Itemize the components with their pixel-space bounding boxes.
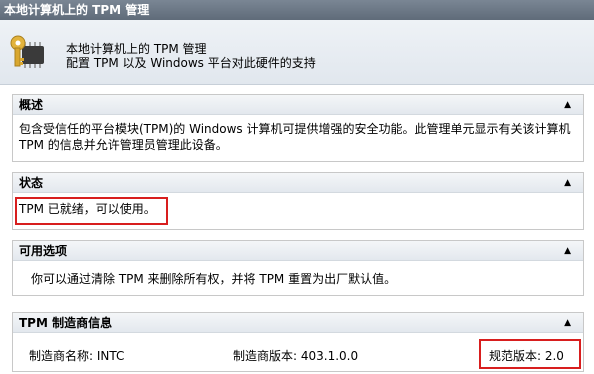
- options-header[interactable]: 可用选项 ▲: [13, 241, 583, 261]
- overview-title: 概述: [19, 98, 44, 112]
- manufacturer-title: TPM 制造商信息: [19, 316, 113, 330]
- overview-text: 包含受信任的平台模块(TPM)的 Windows 计算机可提供增强的安全功能。此…: [19, 122, 571, 152]
- header-subtitle: 配置 TPM 以及 Windows 平台对此硬件的支持: [66, 56, 316, 70]
- options-title: 可用选项: [19, 244, 68, 258]
- manufacturer-version: 制造商版本: 403.1.0.0: [233, 349, 359, 363]
- window-title: 本地计算机上的 TPM 管理: [0, 0, 594, 20]
- options-text: 你可以通过清除 TPM 来删除所有权，并将 TPM 重置为出厂默认值。: [31, 272, 397, 286]
- collapse-icon[interactable]: ▲: [564, 241, 571, 261]
- header-panel: 本地计算机上的 TPM 管理 配置 TPM 以及 Windows 平台对此硬件的…: [0, 20, 594, 85]
- overview-header[interactable]: 概述 ▲: [13, 95, 583, 115]
- collapse-icon[interactable]: ▲: [564, 95, 571, 115]
- key-chip-icon: [10, 35, 44, 68]
- status-title: 状态: [19, 176, 44, 190]
- status-highlight-box: [15, 197, 168, 225]
- manufacturer-section: TPM 制造商信息 ▲ 制造商名称: INTC 制造商版本: 403.1.0.0…: [12, 312, 584, 372]
- collapse-icon[interactable]: ▲: [564, 173, 571, 193]
- options-section: 可用选项 ▲ 你可以通过清除 TPM 来删除所有权，并将 TPM 重置为出厂默认…: [12, 240, 584, 296]
- status-section: 状态 ▲ TPM 已就绪，可以使用。: [12, 172, 584, 230]
- status-header[interactable]: 状态 ▲: [13, 173, 583, 193]
- manufacturer-header[interactable]: TPM 制造商信息 ▲: [13, 313, 583, 333]
- overview-section: 概述 ▲ 包含受信任的平台模块(TPM)的 Windows 计算机可提供增强的安…: [12, 94, 584, 162]
- manufacturer-name: 制造商名称: INTC: [29, 349, 125, 363]
- collapse-icon[interactable]: ▲: [564, 313, 571, 333]
- spec-highlight-box: [479, 339, 581, 369]
